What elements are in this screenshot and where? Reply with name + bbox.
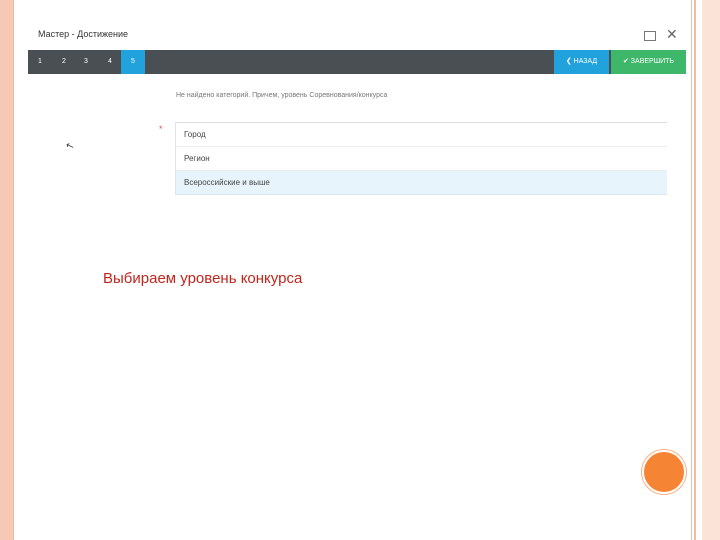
required-mark: *: [159, 124, 163, 134]
step-4[interactable]: 4: [98, 50, 122, 74]
decorative-circle: [642, 450, 686, 494]
slide-border-left-line: [13, 0, 14, 540]
close-icon[interactable]: ✕: [666, 27, 678, 41]
mouse-cursor-icon: ↖: [64, 139, 77, 154]
finish-button[interactable]: ✔ ЗАВЕРШИТЬ: [611, 50, 686, 74]
option-national[interactable]: Всероссийские и выше: [176, 171, 667, 195]
option-region[interactable]: Регион: [176, 147, 667, 171]
level-options-list: Город Регион Всероссийские и выше: [175, 122, 667, 195]
window-header: Мастер - Достижение ✕: [28, 22, 686, 48]
window-title: Мастер - Достижение: [38, 29, 129, 39]
option-city[interactable]: Город: [176, 123, 667, 147]
step-3[interactable]: 3: [74, 50, 98, 74]
slide-caption: Выбираем уровень конкурса: [103, 270, 303, 287]
slide-border-left: [0, 0, 13, 540]
step-5[interactable]: 5: [121, 50, 145, 74]
maximize-icon[interactable]: [644, 31, 656, 41]
question-label: Не найдено категорий. Причем, уровень Со…: [176, 92, 388, 99]
wizard-step-bar: 1 2 3 4 5 ❮ НАЗАД ✔ ЗАВЕРШИТЬ: [28, 50, 686, 74]
step-1[interactable]: 1: [28, 50, 52, 74]
slide-border-right-line: [691, 0, 692, 540]
slide-border-right: [702, 0, 720, 540]
back-button[interactable]: ❮ НАЗАД: [554, 50, 609, 74]
slide-border-right-line-2: [694, 0, 696, 540]
step-2[interactable]: 2: [52, 50, 76, 74]
